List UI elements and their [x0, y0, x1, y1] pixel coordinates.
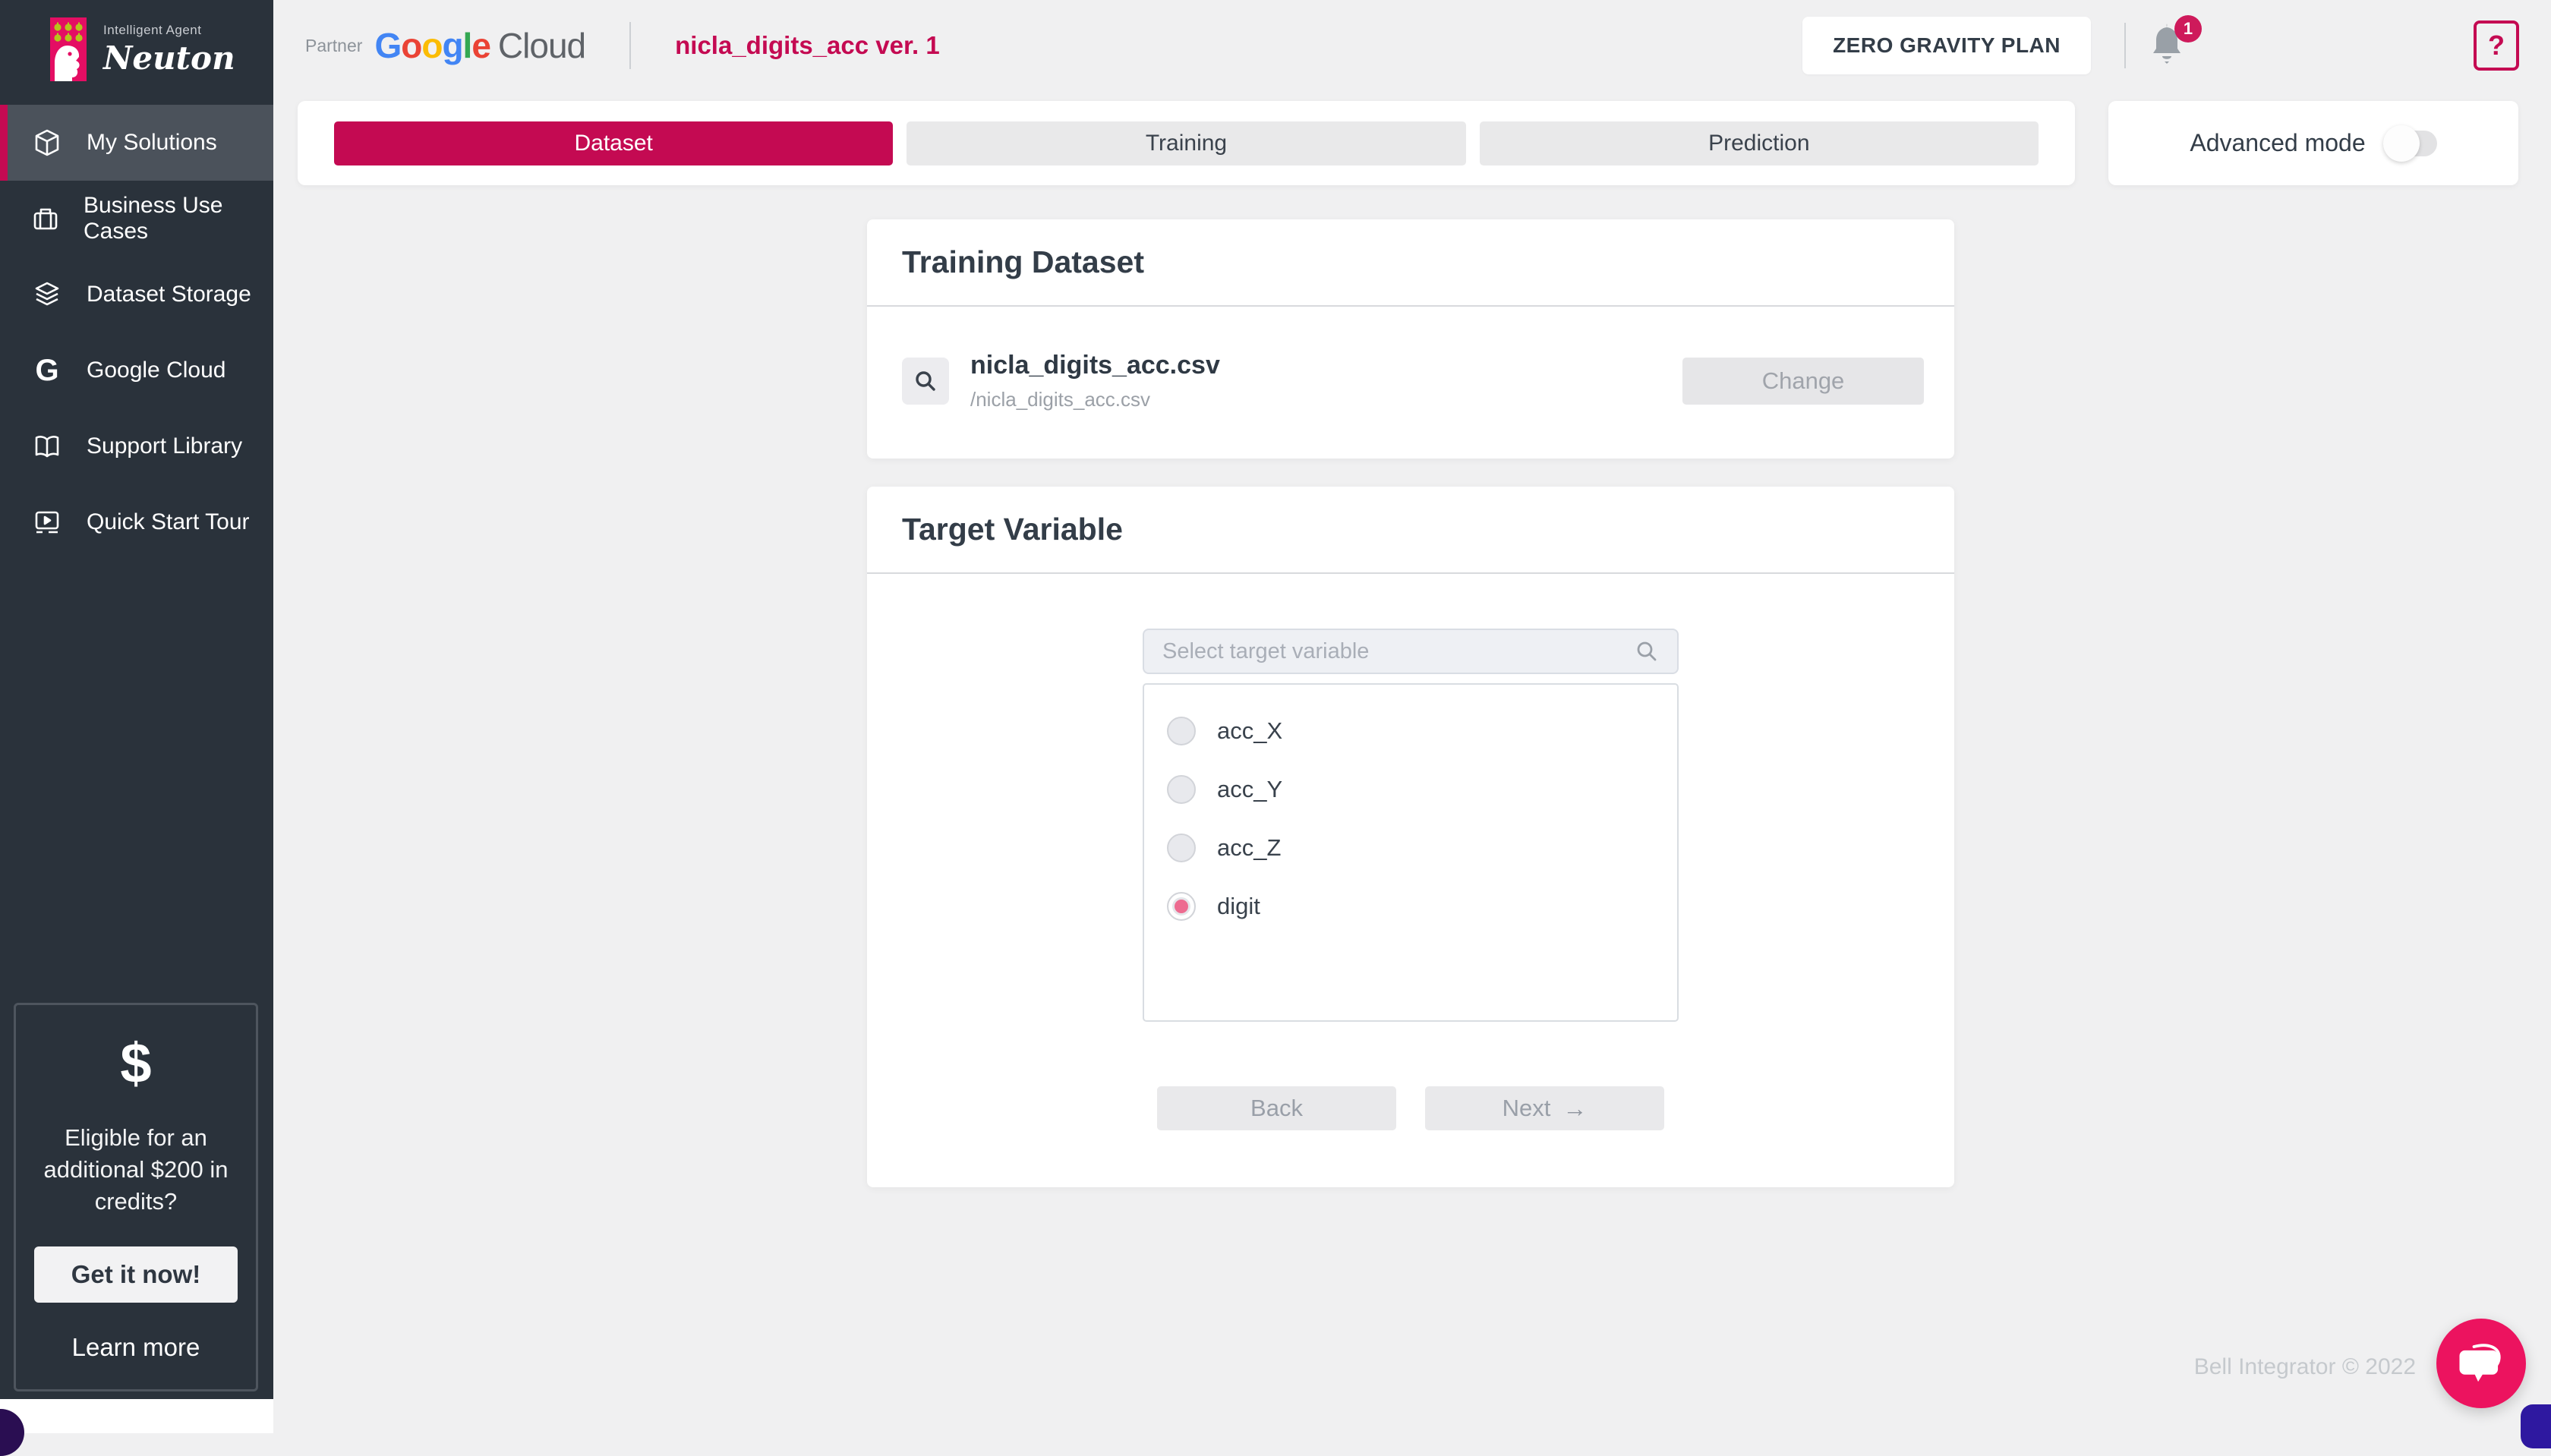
neuton-logo-icon: [50, 17, 87, 81]
header-divider: [629, 22, 631, 69]
next-button[interactable]: Next →: [1425, 1086, 1664, 1130]
radio-icon: [1167, 892, 1196, 921]
target-options-list: acc_X acc_Y acc_Z digit: [1143, 683, 1679, 1022]
video-tour-icon: [30, 506, 64, 539]
sidebar-item-google-cloud[interactable]: G Google Cloud: [0, 332, 273, 408]
option-acc-y[interactable]: acc_Y: [1144, 760, 1677, 818]
advanced-mode-toggle[interactable]: [2389, 131, 2437, 156]
notifications-bell[interactable]: 1: [2147, 21, 2191, 70]
top-header: Partner Google Cloud nicla_digits_acc ve…: [273, 0, 2551, 91]
sidebar-item-support-library[interactable]: Support Library: [0, 408, 273, 484]
target-variable-title: Target Variable: [902, 512, 1123, 547]
advanced-mode-label: Advanced mode: [2190, 129, 2365, 157]
back-button[interactable]: Back: [1157, 1086, 1396, 1130]
training-dataset-title: Training Dataset: [902, 244, 1144, 280]
learn-more-link[interactable]: Learn more: [72, 1333, 200, 1362]
arrow-right-icon: →: [1562, 1096, 1587, 1120]
book-icon: [30, 430, 64, 463]
option-acc-z[interactable]: acc_Z: [1144, 818, 1677, 877]
copyright-text: Bell Integrator © 2022: [2194, 1354, 2416, 1380]
chat-widget-button[interactable]: [2436, 1319, 2526, 1408]
get-it-now-button[interactable]: Get it now!: [34, 1246, 238, 1303]
option-acc-x[interactable]: acc_X: [1144, 701, 1677, 760]
magnifier-icon: [913, 368, 938, 394]
google-g-icon: G: [30, 354, 64, 387]
google-cloud-logo: Google Cloud: [374, 25, 585, 66]
advanced-mode-panel: Advanced mode: [2108, 101, 2518, 185]
cloud-word: Cloud: [498, 25, 585, 66]
help-button[interactable]: ?: [2474, 20, 2519, 71]
file-meta: nicla_digits_acc.csv /nicla_digits_acc.c…: [970, 351, 1220, 411]
tab-dataset[interactable]: Dataset: [334, 121, 893, 165]
corner-widget-decoration: [2521, 1404, 2551, 1448]
sidebar-item-label: Quick Start Tour: [87, 509, 250, 535]
sidebar-item-business-use-cases[interactable]: Business Use Cases: [0, 181, 273, 257]
toggle-knob: [2383, 125, 2420, 162]
sidebar-nav: My Solutions Business Use Cases Dataset …: [0, 105, 273, 560]
sidebar-item-label: Support Library: [87, 433, 242, 459]
layers-icon: [30, 278, 64, 311]
wizard-buttons: Back Next →: [867, 1086, 1954, 1130]
header-right: ZERO GRAVITY PLAN 1 ?: [1802, 17, 2519, 74]
target-search-box: [1143, 629, 1679, 674]
app-logo[interactable]: Intelligent Agent Neuton: [0, 0, 273, 99]
logo-tagline: Intelligent Agent: [103, 23, 235, 38]
solution-title: nicla_digits_acc ver. 1: [675, 31, 940, 60]
dataset-file-path: /nicla_digits_acc.csv: [970, 388, 1220, 411]
logo-brand: Neuton: [103, 39, 235, 77]
credits-promo-panel: $ Eligible for an additional $200 in cre…: [14, 1003, 258, 1391]
option-digit[interactable]: digit: [1144, 877, 1677, 935]
radio-icon: [1167, 775, 1196, 804]
sidebar-item-label: Dataset Storage: [87, 282, 251, 307]
sidebar-item-quick-start-tour[interactable]: Quick Start Tour: [0, 484, 273, 560]
chat-bubble-icon: [2456, 1338, 2506, 1388]
sidebar-item-label: My Solutions: [87, 130, 217, 156]
plan-button[interactable]: ZERO GRAVITY PLAN: [1802, 17, 2091, 74]
sidebar-item-dataset-storage[interactable]: Dataset Storage: [0, 257, 273, 332]
promo-text: Eligible for an additional $200 in credi…: [34, 1122, 238, 1218]
dataset-file-row: nicla_digits_acc.csv /nicla_digits_acc.c…: [867, 307, 1954, 411]
logo-text: Intelligent Agent Neuton: [103, 23, 235, 77]
radio-icon: [1167, 717, 1196, 745]
tab-prediction[interactable]: Prediction: [1480, 121, 2039, 165]
partner-label: Partner: [305, 36, 362, 56]
sidebar-bottom-strip: [0, 1399, 273, 1433]
sidebar-item-label: Business Use Cases: [84, 193, 273, 244]
bell-divider: [2124, 23, 2126, 68]
radio-icon: [1167, 834, 1196, 862]
target-search-input[interactable]: [1162, 639, 1635, 664]
cube-icon: [30, 126, 64, 159]
dollar-icon: $: [34, 1035, 238, 1092]
file-icon-box: [902, 358, 949, 405]
sidebar-item-my-solutions[interactable]: My Solutions: [0, 105, 273, 181]
training-dataset-card: Training Dataset nicla_digits_acc.csv /n…: [867, 219, 1954, 459]
dataset-file-name: nicla_digits_acc.csv: [970, 351, 1220, 380]
card-title-row: Training Dataset: [867, 219, 1954, 307]
briefcase-icon: [30, 202, 61, 235]
workflow-tabs: Dataset Training Prediction: [298, 101, 2075, 185]
tab-training[interactable]: Training: [907, 121, 1465, 165]
search-icon: [1635, 639, 1659, 663]
sidebar: Intelligent Agent Neuton My Solutions Bu…: [0, 0, 273, 1399]
card-title-row: Target Variable: [867, 487, 1954, 574]
target-variable-card: Target Variable acc_X acc_Y acc_Z digit …: [867, 487, 1954, 1187]
notification-badge: 1: [2174, 15, 2202, 43]
change-dataset-button[interactable]: Change: [1682, 358, 1924, 405]
sidebar-item-label: Google Cloud: [87, 358, 225, 383]
